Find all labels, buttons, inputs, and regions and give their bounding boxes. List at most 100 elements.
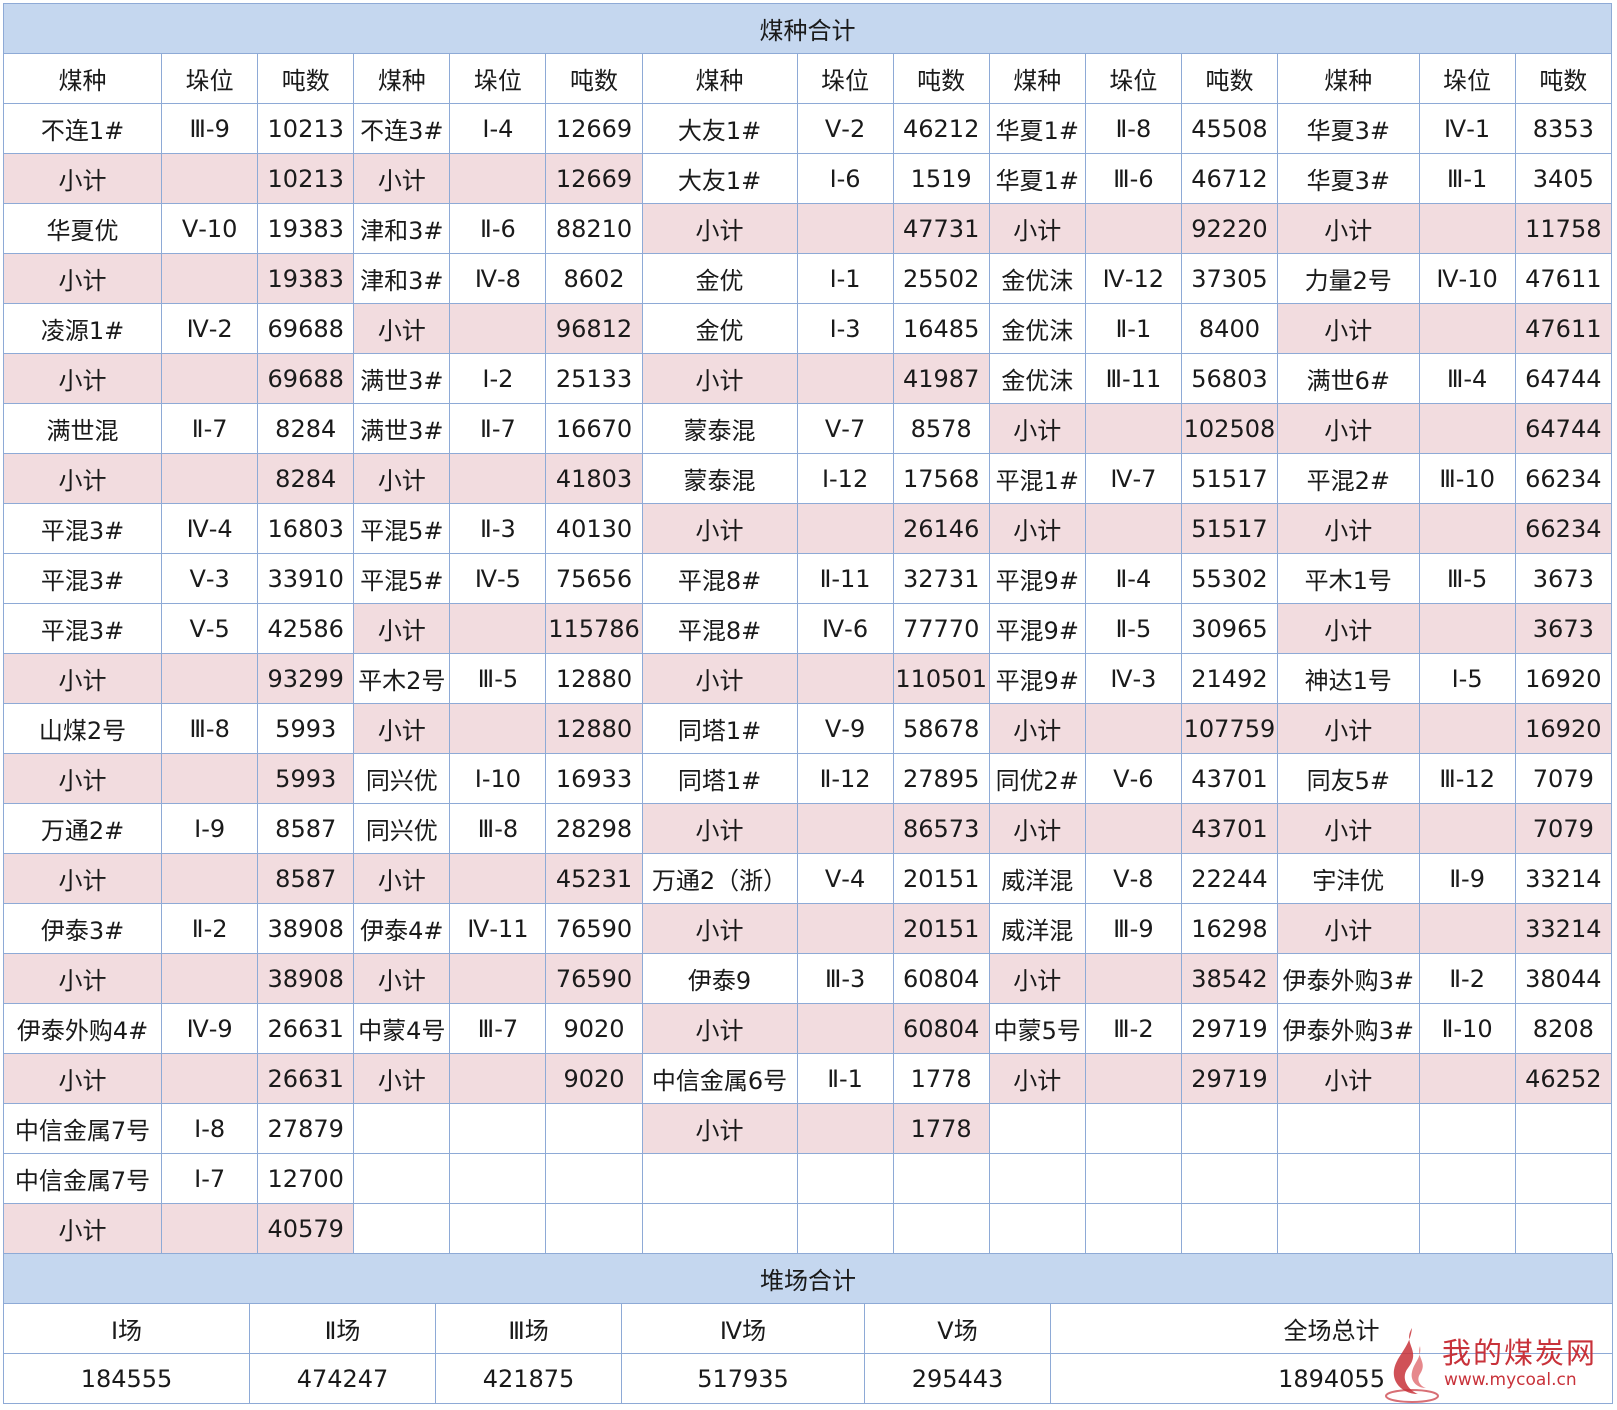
stack-position-cell: Ⅱ-8	[1084, 103, 1182, 154]
tonnage-cell: 66234	[1514, 503, 1613, 554]
coal-type-cell: 金优沫	[988, 253, 1086, 304]
tonnage-cell	[1180, 1153, 1279, 1204]
stack-position-cell	[161, 953, 259, 1004]
tonnage-cell: 29719	[1180, 1053, 1279, 1104]
tonnage-cell: 26631	[257, 1003, 355, 1054]
stack-position-cell: Ⅰ-1	[796, 253, 894, 304]
yard-section-title-row: 堆场合计	[2, 1253, 1614, 1304]
tonnage-cell: 8602	[545, 253, 643, 304]
coal-type-cell: 金优沫	[988, 353, 1086, 404]
table-row: 不连1# Ⅲ-9 10213 不连3# Ⅰ-4 12669 大友1# Ⅴ-2 46212 华夏1#…	[2, 103, 1613, 154]
stack-position-cell: Ⅴ-9	[796, 703, 894, 754]
stack-position-cell	[796, 1003, 894, 1054]
tonnage-cell: 12669	[545, 103, 643, 154]
subtotal-label-cell: 小计	[2, 353, 163, 404]
stack-position-cell: Ⅳ-12	[1084, 253, 1182, 304]
stack-position-cell	[796, 1203, 894, 1254]
coal-type-cell: 伊泰9	[641, 953, 798, 1004]
table-row: 凌源1# Ⅳ-2 69688 小计 96812 金优 Ⅰ-3 16485 金优沫 Ⅱ-1 8400 小…	[2, 303, 1613, 354]
stack-position-cell	[161, 253, 259, 304]
stack-position-cell: Ⅳ-8	[449, 253, 547, 304]
stack-position-cell: Ⅱ-4	[1084, 553, 1182, 604]
stack-position-cell: Ⅴ-6	[1084, 753, 1182, 804]
tonnage-cell: 27895	[892, 753, 990, 804]
tonnage-cell: 41987	[892, 353, 990, 404]
tonnage-cell: 12700	[257, 1153, 355, 1204]
subtotal-label-cell: 小计	[2, 753, 163, 804]
stack-position-cell	[161, 653, 259, 704]
stack-position-cell	[1084, 1153, 1182, 1204]
watermark-logo: 我的煤炭网 www.mycoal.cn	[1382, 1324, 1612, 1408]
subtotal-label-cell: 小计	[1277, 903, 1420, 954]
column-header: 垛位	[161, 53, 259, 104]
stack-position-cell	[1418, 303, 1516, 354]
tonnage-cell: 26146	[892, 503, 990, 554]
coal-type-cell: 伊泰外购4#	[2, 1003, 163, 1054]
table-row: 平混3# Ⅳ-4 16803 平混5# Ⅱ-3 40130 小计 26146 小计 51517 小计…	[2, 503, 1613, 554]
subtotal-label-cell: 小计	[641, 503, 798, 554]
stack-position-cell: Ⅲ-5	[449, 653, 547, 704]
coal-stock-sheet: 煤种合计 煤种 垛位 吨数 煤种 垛位 吨数 煤种 垛位 吨数 煤种 垛位 吨数 煤种 垛位 吨数 不连1#…	[2, 3, 1614, 1404]
tonnage-cell: 8353	[1514, 103, 1613, 154]
tonnage-cell: 17568	[892, 453, 990, 504]
column-header: 煤种	[353, 53, 451, 104]
subtotal-label-cell: 小计	[988, 703, 1086, 754]
tonnage-cell: 64744	[1514, 353, 1613, 404]
stack-position-cell: Ⅱ-12	[796, 753, 894, 804]
subtotal-label-cell: 小计	[2, 1203, 163, 1254]
stack-position-cell	[161, 353, 259, 404]
coal-type-cell: 平混3#	[2, 553, 163, 604]
coal-type-cell: 津和3#	[353, 203, 451, 254]
tonnage-cell: 3673	[1514, 553, 1613, 604]
table-row: 小计 69688 满世3# Ⅰ-2 25133 小计 41987 金优沫 Ⅲ-11 56803 满世…	[2, 353, 1613, 404]
yard-header-cell: Ⅱ场	[249, 1303, 436, 1354]
stack-position-cell: Ⅴ-3	[161, 553, 259, 604]
stack-position-cell	[449, 603, 547, 654]
stack-position-cell	[1418, 1053, 1516, 1104]
tonnage-cell: 3405	[1514, 153, 1613, 204]
stack-position-cell: Ⅳ-5	[449, 553, 547, 604]
subtotal-label-cell: 小计	[1277, 403, 1420, 454]
tonnage-cell: 69688	[257, 353, 355, 404]
stack-position-cell: Ⅱ-7	[161, 403, 259, 454]
coal-type-cell: 凌源1#	[2, 303, 163, 354]
stack-position-cell: Ⅱ-2	[1418, 953, 1516, 1004]
tonnage-cell: 28298	[545, 803, 643, 854]
stack-position-cell: Ⅱ-11	[796, 553, 894, 604]
yard-header-row: Ⅰ场 Ⅱ场 Ⅲ场 Ⅳ场 Ⅴ场 全场总计	[3, 1303, 1614, 1354]
table-row: 满世混 Ⅱ-7 8284 满世3# Ⅱ-7 16670 蒙泰混 Ⅴ-7 8578 小计 102508…	[2, 403, 1613, 454]
tonnage-cell: 40130	[545, 503, 643, 554]
tonnage-cell: 75656	[545, 553, 643, 604]
coal-type-cell: 同兴优	[353, 753, 451, 804]
stack-position-cell	[1418, 703, 1516, 754]
coal-type-cell: 山煤2号	[2, 703, 163, 754]
subtotal-label-cell: 小计	[641, 353, 798, 404]
coal-type-cell: 平混3#	[2, 603, 163, 654]
column-header: 吨数	[1180, 53, 1279, 104]
column-header: 煤种	[2, 53, 163, 104]
stack-position-cell: Ⅳ-3	[1084, 653, 1182, 704]
tonnage-cell: 107759	[1180, 703, 1279, 754]
tonnage-cell: 38542	[1180, 953, 1279, 1004]
tonnage-cell: 27879	[257, 1103, 355, 1154]
stack-position-cell	[449, 853, 547, 904]
coal-type-cell: 满世混	[2, 403, 163, 454]
yard-header-cell: Ⅳ场	[621, 1303, 865, 1354]
stack-position-cell	[796, 353, 894, 404]
subtotal-label-cell: 小计	[988, 953, 1086, 1004]
stack-position-cell	[449, 303, 547, 354]
subtotal-label-cell: 小计	[1277, 303, 1420, 354]
stack-position-cell: Ⅰ-6	[796, 153, 894, 204]
coal-type-cell: 平混5#	[353, 503, 451, 554]
coal-type-cell: 平混9#	[988, 553, 1086, 604]
stack-position-cell	[1084, 1203, 1182, 1254]
stack-position-cell: Ⅳ-10	[1418, 253, 1516, 304]
yard-total-cell: 421875	[435, 1353, 622, 1404]
table-row: 小计 40579	[2, 1203, 1613, 1254]
coal-type-cell	[641, 1203, 798, 1254]
yard-value-row: 184555 474247 421875 517935 295443 1894055	[3, 1353, 1614, 1404]
coal-type-cell: 满世3#	[353, 403, 451, 454]
tonnage-cell	[1180, 1203, 1279, 1254]
table-row: 平混3# Ⅴ-3 33910 平混5# Ⅳ-5 75656 平混8# Ⅱ-11 32731 平混9…	[2, 553, 1613, 604]
table-row: 伊泰3# Ⅱ-2 38908 伊泰4# Ⅳ-11 76590 小计 20151 威洋混 Ⅲ-9 16…	[2, 903, 1613, 954]
